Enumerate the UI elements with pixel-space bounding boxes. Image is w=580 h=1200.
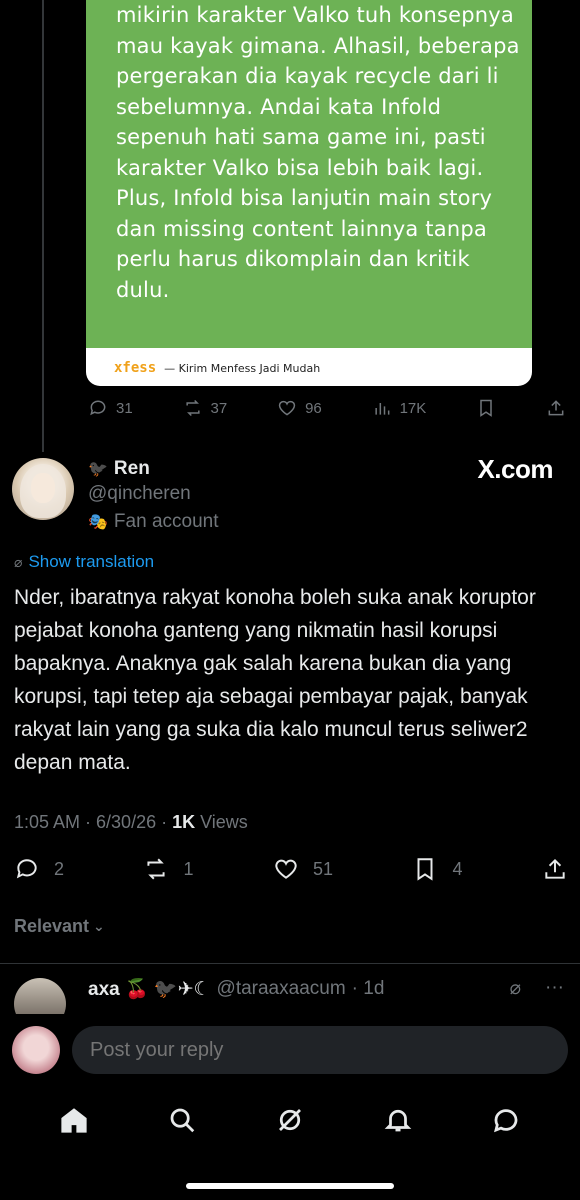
card-tagline: — Kirim Menfess Jadi Mudah [164, 361, 321, 375]
home-icon[interactable] [59, 1105, 89, 1140]
repost-button[interactable]: 1 [143, 856, 194, 882]
reply-button[interactable]: 2 [14, 856, 64, 882]
fan-account-text: Fan account [113, 511, 219, 532]
like-count: 51 [312, 858, 333, 879]
quoted-image-card[interactable]: mikirin karakter Valko tuh konsepnya mau… [86, 0, 532, 386]
home-indicator [186, 1183, 394, 1189]
share-button[interactable] [546, 398, 566, 418]
reply-age: · 1d [351, 978, 385, 999]
reply-author-name: axa 🍒 🐦‍⬛✈☾ [88, 979, 211, 1000]
heart-icon [275, 859, 297, 879]
reply-icon [90, 400, 106, 416]
tweet-time: 1:05 AM · 6/30/26 · [14, 812, 173, 832]
author-handle[interactable]: @qincheren [88, 483, 191, 505]
share-button[interactable] [542, 856, 568, 882]
repost-icon [147, 858, 166, 880]
xfess-logo: xfess [114, 360, 157, 376]
bookmark-count: 4 [452, 858, 463, 879]
reply-button[interactable]: 31 [88, 398, 133, 418]
views-count: 17K [399, 399, 427, 417]
tweet-views-label: Views [195, 812, 248, 832]
share-icon [545, 858, 565, 879]
views-button[interactable]: 17K [372, 398, 427, 418]
search-icon[interactable] [167, 1105, 197, 1140]
tweet-views-count: 1K [172, 812, 196, 832]
author-name: Ren [113, 458, 150, 479]
card-text: mikirin karakter Valko tuh konsepnya mau… [116, 3, 520, 302]
sort-label: Relevant [14, 916, 90, 936]
chevron-down-icon: ⌄ [93, 918, 105, 934]
messages-icon[interactable] [491, 1105, 521, 1140]
reply-input[interactable] [72, 1026, 568, 1074]
show-translation-text: Show translation [28, 552, 155, 571]
like-button[interactable]: 96 [277, 398, 322, 418]
notifications-icon[interactable] [383, 1105, 413, 1140]
reply-icon [16, 859, 37, 879]
heart-icon [278, 400, 296, 416]
avatar-face [31, 473, 55, 503]
grok-icon[interactable] [275, 1105, 305, 1140]
share-icon [548, 400, 564, 416]
bookmark-button[interactable]: 4 [412, 856, 462, 882]
reply-header[interactable]: axa 🍒 🐦‍⬛✈☾ @taraaxaacum · 1d [88, 977, 384, 1001]
reply-tools: ⌀ ··· [510, 977, 564, 1000]
grok-icon: ⌀ [14, 553, 23, 570]
tweet-body: Nder, ibaratnya rakyat konoha boleh suka… [14, 586, 536, 774]
tweet-action-row: 2 1 51 4 [14, 856, 568, 882]
card-green-panel: mikirin karakter Valko tuh konsepnya mau… [86, 0, 532, 348]
repost-count: 37 [210, 399, 228, 417]
views-icon [375, 403, 390, 415]
sort-dropdown[interactable]: Relevant ⌄ [14, 916, 105, 937]
bookmark-button[interactable] [476, 398, 496, 418]
card-footer: xfess — Kirim Menfess Jadi Mudah [114, 360, 320, 376]
theater-mask-icon: 🎭 [88, 514, 108, 531]
current-user-avatar[interactable] [12, 1026, 60, 1074]
bookmark-icon [417, 858, 433, 881]
like-button[interactable]: 51 [273, 856, 333, 882]
bird-icon: 🐦‍⬛ [88, 461, 108, 478]
like-count: 96 [305, 399, 322, 417]
quoted-action-row: 31 37 96 17K [88, 398, 566, 418]
bookmark-icon [480, 399, 492, 417]
thread-connector-line [42, 0, 44, 452]
tweet-meta: 1:05 AM · 6/30/26 · 1K Views [14, 812, 248, 833]
reply-count: 31 [116, 399, 133, 417]
grok-icon[interactable]: ⌀ [510, 977, 521, 1000]
repost-icon [185, 399, 200, 417]
show-translation-link[interactable]: ⌀ Show translation [14, 552, 154, 572]
xcom-watermark: X.com [477, 454, 553, 484]
avatar[interactable] [12, 458, 74, 520]
fan-account-label: 🎭 Fan account [88, 511, 219, 533]
repost-count: 1 [183, 858, 194, 879]
reply-author-handle: @taraaxaacum [216, 978, 346, 999]
author-name-row[interactable]: 🐦‍⬛ Ren [88, 458, 150, 480]
repost-button[interactable]: 37 [183, 398, 228, 418]
divider [0, 963, 580, 964]
more-icon[interactable]: ··· [545, 977, 564, 1000]
reply-count: 2 [54, 858, 65, 879]
bottom-nav [0, 1092, 580, 1152]
